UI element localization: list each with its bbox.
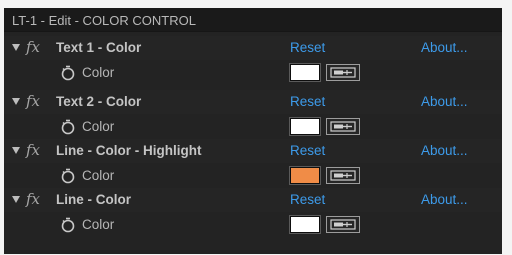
about-link[interactable]: About... — [421, 40, 468, 56]
eyedropper-icon — [330, 67, 356, 78]
panel-header: LT-1 - Edit - COLOR CONTROL — [4, 8, 502, 32]
color-swatch[interactable] — [290, 64, 320, 81]
effect-controls-panel: LT-1 - Edit - COLOR CONTROL fx Text 1 - … — [4, 8, 502, 254]
twirl-down-icon[interactable] — [12, 44, 20, 51]
twirl-down-icon[interactable] — [12, 196, 20, 203]
property-name: Color — [82, 119, 115, 134]
effect-name: Line - Color — [56, 192, 131, 207]
color-swatch[interactable] — [290, 216, 320, 233]
about-link[interactable]: About... — [421, 143, 468, 159]
effect-row-text-1[interactable]: fx Text 1 - Color Reset About... — [4, 36, 502, 60]
fx-icon[interactable]: fx — [26, 92, 40, 110]
eyedropper-button[interactable] — [326, 118, 360, 135]
eyedropper-button[interactable] — [326, 216, 360, 233]
effect-name: Text 1 - Color — [56, 40, 142, 55]
effect-name: Line - Color - Highlight — [56, 143, 202, 158]
stopwatch-icon[interactable] — [60, 168, 76, 184]
stopwatch-icon[interactable] — [60, 65, 76, 81]
effect-row-line-color[interactable]: fx Line - Color Reset About... — [4, 188, 502, 212]
property-name: Color — [82, 217, 115, 232]
effect-row-text-2[interactable]: fx Text 2 - Color Reset About... — [4, 90, 502, 114]
color-swatch[interactable] — [290, 167, 320, 184]
property-row-color: Color — [4, 212, 502, 236]
reset-link[interactable]: Reset — [290, 94, 325, 110]
property-row-color: Color — [4, 60, 502, 84]
reset-link[interactable]: Reset — [290, 40, 325, 56]
effect-row-line-highlight[interactable]: fx Line - Color - Highlight Reset About.… — [4, 139, 502, 163]
property-row-color: Color — [4, 163, 502, 187]
twirl-down-icon[interactable] — [12, 147, 20, 154]
eyedropper-icon — [330, 170, 356, 181]
color-swatch[interactable] — [290, 118, 320, 135]
property-name: Color — [82, 168, 115, 183]
reset-link[interactable]: Reset — [290, 192, 325, 208]
about-link[interactable]: About... — [421, 192, 468, 208]
reset-link[interactable]: Reset — [290, 143, 325, 159]
fx-icon[interactable]: fx — [26, 141, 40, 159]
eyedropper-icon — [330, 219, 356, 230]
fx-icon[interactable]: fx — [26, 190, 40, 208]
property-name: Color — [82, 65, 115, 80]
about-link[interactable]: About... — [421, 94, 468, 110]
effect-name: Text 2 - Color — [56, 94, 142, 109]
fx-icon[interactable]: fx — [26, 38, 40, 56]
panel-title: LT-1 - Edit - COLOR CONTROL — [12, 13, 196, 28]
stopwatch-icon[interactable] — [60, 119, 76, 135]
page: LT-1 - Edit - COLOR CONTROL fx Text 1 - … — [0, 0, 512, 255]
eyedropper-icon — [330, 121, 356, 132]
eyedropper-button[interactable] — [326, 64, 360, 81]
eyedropper-button[interactable] — [326, 167, 360, 184]
stopwatch-icon[interactable] — [60, 217, 76, 233]
property-row-color: Color — [4, 114, 502, 138]
twirl-down-icon[interactable] — [12, 98, 20, 105]
